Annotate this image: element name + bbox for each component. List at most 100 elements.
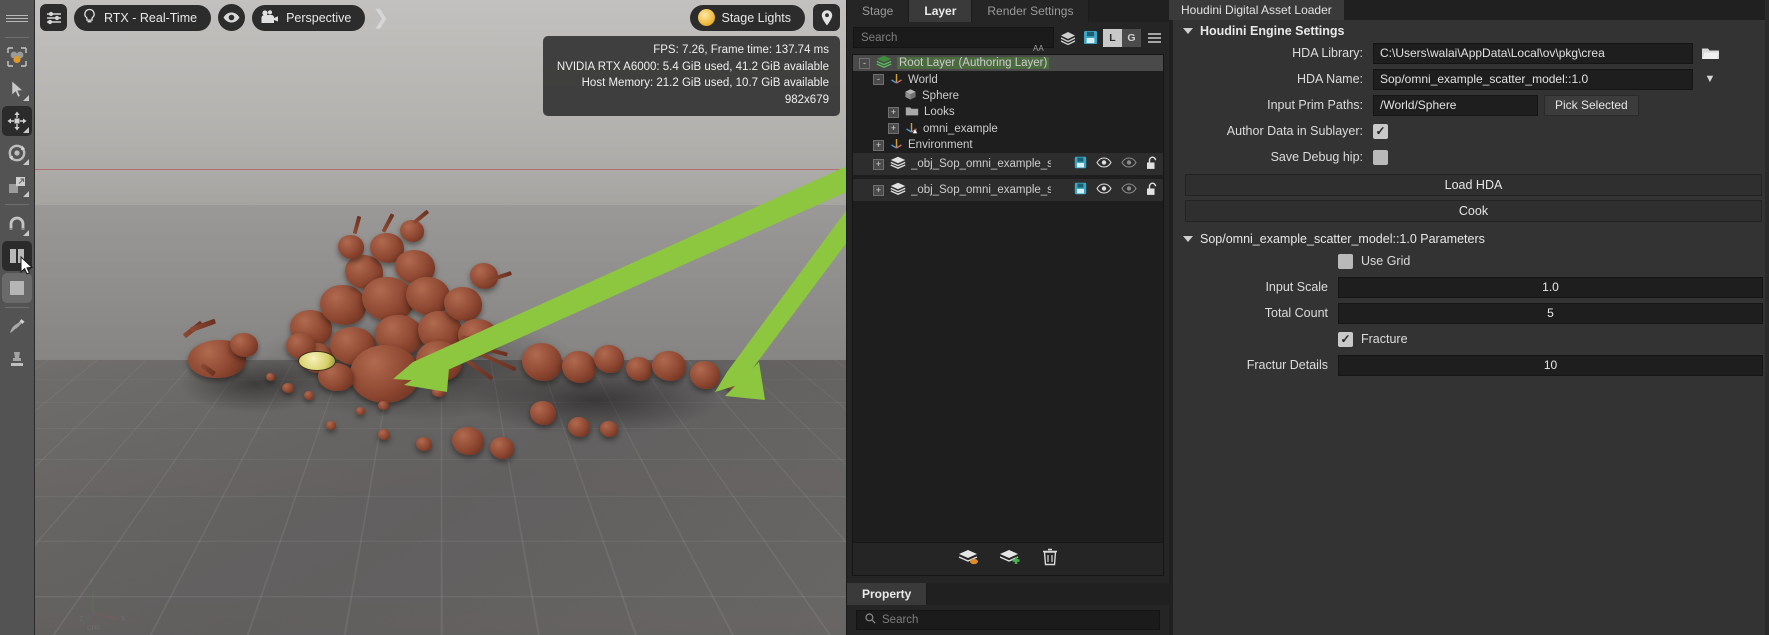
viewport-3d[interactable]: RTX - Real-Time Perspective ❯ Stage Ligh… bbox=[35, 0, 846, 635]
input-prim-paths-input[interactable]: /World/Sphere bbox=[1373, 95, 1538, 116]
hda-library-input[interactable]: C:\Users\walai\AppData\Local\ov\pkg\crea bbox=[1373, 43, 1693, 64]
fractur-details-field[interactable]: 10 bbox=[1338, 355, 1763, 376]
layer-tree-row-sublayer-1[interactable]: + _obj_Sop_omni_example_s bbox=[853, 153, 1163, 175]
axis-label-z: z bbox=[79, 613, 84, 623]
layer-panel: Stage Layer Render Settings Search L G A… bbox=[846, 0, 1169, 635]
eye-icon[interactable] bbox=[1096, 183, 1112, 197]
delete-layer-icon[interactable] bbox=[1042, 548, 1058, 571]
save-debug-hip-checkbox[interactable] bbox=[1373, 150, 1388, 165]
rotate-tool-icon[interactable] bbox=[2, 138, 32, 168]
pick-selected-button[interactable]: Pick Selected bbox=[1544, 95, 1639, 116]
viewport-toolbar: RTX - Real-Time Perspective ❯ bbox=[40, 4, 389, 31]
tool-submenu-caret bbox=[23, 230, 29, 236]
camera-icon bbox=[260, 9, 279, 27]
layers-icon bbox=[890, 156, 906, 172]
fracture-checkbox[interactable]: ✓ bbox=[1338, 332, 1353, 347]
snap-magnet-icon[interactable] bbox=[2, 209, 32, 239]
layer-tree-row-looks[interactable]: + Looks bbox=[853, 104, 1163, 120]
scale-tool-icon[interactable] bbox=[2, 170, 32, 200]
hda-name-input[interactable]: Sop/omni_example_scatter_model::1.0 bbox=[1373, 69, 1693, 90]
stamp-tool-icon[interactable] bbox=[2, 344, 32, 374]
select-objects-icon[interactable] bbox=[2, 42, 32, 72]
mouse-cursor bbox=[20, 256, 36, 278]
folder-icon[interactable] bbox=[1698, 43, 1722, 64]
layer-tree-row-environment[interactable]: + Environment bbox=[853, 137, 1163, 153]
tab-property[interactable]: Property bbox=[847, 583, 927, 605]
chevron-double-right-icon[interactable]: ❯ bbox=[372, 8, 389, 28]
tab-layer[interactable]: Layer bbox=[909, 0, 972, 22]
eye-dim-icon[interactable] bbox=[1121, 183, 1137, 197]
input-prim-paths-label: Input Prim Paths: bbox=[1173, 98, 1373, 112]
hda-panel-body: Houdini Engine Settings HDA Library: C:\… bbox=[1173, 20, 1768, 635]
paint-brush-icon[interactable] bbox=[2, 312, 32, 342]
eye-dim-icon[interactable] bbox=[1121, 157, 1137, 171]
layer-tree-row-root[interactable]: - Root Layer (Authoring Layer) bbox=[853, 55, 1163, 71]
expander-icon[interactable]: - bbox=[859, 58, 870, 69]
lock-open-icon[interactable] bbox=[1146, 156, 1159, 173]
author-data-checkbox[interactable]: ✓ bbox=[1373, 124, 1388, 139]
eye-icon[interactable] bbox=[218, 4, 245, 31]
camera-label: Perspective bbox=[286, 11, 351, 25]
hda-panel-title[interactable]: Houdini Digital Asset Loader bbox=[1169, 0, 1344, 20]
menu-icon[interactable] bbox=[1145, 29, 1163, 47]
input-scale-field[interactable]: 1.0 bbox=[1338, 277, 1763, 298]
layer-tree[interactable]: - Root Layer (Authoring Layer) - World S… bbox=[852, 54, 1164, 543]
property-search-placeholder: Search bbox=[882, 614, 918, 626]
expander-icon[interactable]: + bbox=[873, 140, 884, 151]
location-pin-icon[interactable] bbox=[813, 4, 840, 31]
render-mode-button[interactable]: RTX - Real-Time bbox=[74, 5, 211, 31]
menu-hamburger-icon[interactable] bbox=[2, 3, 32, 33]
expander-icon[interactable]: + bbox=[873, 185, 884, 196]
param-total-count: Total Count 5 bbox=[1173, 302, 1768, 324]
expander-icon[interactable]: - bbox=[873, 74, 884, 85]
stage-lights-label: Stage Lights bbox=[722, 11, 792, 25]
pointer-select-icon[interactable] bbox=[2, 74, 32, 104]
load-hda-button[interactable]: Load HDA bbox=[1185, 174, 1762, 196]
aa-label: AA bbox=[1033, 44, 1044, 53]
hud-memory-line: Host Memory: 21.2 GiB used, 10.7 GiB ava… bbox=[557, 75, 829, 92]
hda-loader-panel: Houdini Digital Asset Loader Houdini Eng… bbox=[1169, 0, 1768, 635]
tab-stage[interactable]: Stage bbox=[847, 0, 909, 22]
flatten-layers-icon[interactable] bbox=[958, 548, 980, 571]
camera-button[interactable]: Perspective bbox=[252, 5, 365, 31]
lamp-icon bbox=[698, 9, 715, 26]
input-scale-label: Input Scale bbox=[1173, 280, 1338, 294]
local-global-toggle[interactable]: L G bbox=[1103, 29, 1141, 47]
params-section-header[interactable]: Sop/omni_example_scatter_model::1.0 Para… bbox=[1173, 228, 1768, 250]
layer-tree-row-sphere[interactable]: Sphere bbox=[853, 88, 1163, 104]
save-icon[interactable] bbox=[1074, 156, 1087, 172]
layers-icon[interactable] bbox=[1059, 29, 1077, 47]
add-layer-icon[interactable] bbox=[1000, 548, 1022, 571]
expander-icon[interactable]: + bbox=[888, 107, 899, 118]
eye-icon[interactable] bbox=[1096, 157, 1112, 171]
toggle-global[interactable]: G bbox=[1122, 29, 1141, 47]
use-grid-checkbox[interactable] bbox=[1338, 254, 1353, 269]
move-tool-icon[interactable] bbox=[2, 106, 32, 136]
layer-tree-row-label: Looks bbox=[924, 106, 955, 118]
property-search-input[interactable]: Search bbox=[856, 610, 1160, 630]
engine-settings-header[interactable]: Houdini Engine Settings bbox=[1173, 20, 1768, 42]
sliders-icon[interactable] bbox=[40, 4, 67, 31]
tab-render-settings[interactable]: Render Settings bbox=[972, 0, 1089, 22]
layer-tree-row-sublayer-2[interactable]: + _obj_Sop_omni_example_s bbox=[853, 179, 1163, 201]
tool-submenu-caret bbox=[23, 159, 29, 165]
layer-search-input[interactable]: Search bbox=[853, 27, 1054, 48]
save-layer-icon[interactable] bbox=[1081, 29, 1099, 47]
layer-tree-row-label: World bbox=[908, 74, 938, 86]
total-count-field[interactable]: 5 bbox=[1338, 303, 1763, 324]
stage-lights-button[interactable]: Stage Lights bbox=[690, 5, 806, 31]
expander-icon[interactable]: + bbox=[888, 123, 899, 134]
save-icon[interactable] bbox=[1074, 182, 1087, 198]
xform-axis-icon bbox=[905, 121, 918, 137]
lock-open-icon[interactable] bbox=[1146, 182, 1159, 199]
layer-tree-row-world[interactable]: - World bbox=[853, 71, 1163, 87]
layer-tree-row-omni-example[interactable]: + omni_example bbox=[853, 121, 1163, 137]
chevron-down-icon[interactable] bbox=[1183, 236, 1193, 242]
hda-panel-tabrow: Houdini Digital Asset Loader bbox=[1169, 0, 1768, 20]
expander-icon[interactable]: + bbox=[873, 159, 884, 170]
dropdown-icon[interactable]: ▼ bbox=[1698, 69, 1722, 90]
chevron-down-icon[interactable] bbox=[1183, 28, 1193, 34]
toggle-local[interactable]: L bbox=[1103, 29, 1122, 47]
toolbar-divider bbox=[5, 37, 29, 38]
cook-button[interactable]: Cook bbox=[1185, 200, 1762, 222]
